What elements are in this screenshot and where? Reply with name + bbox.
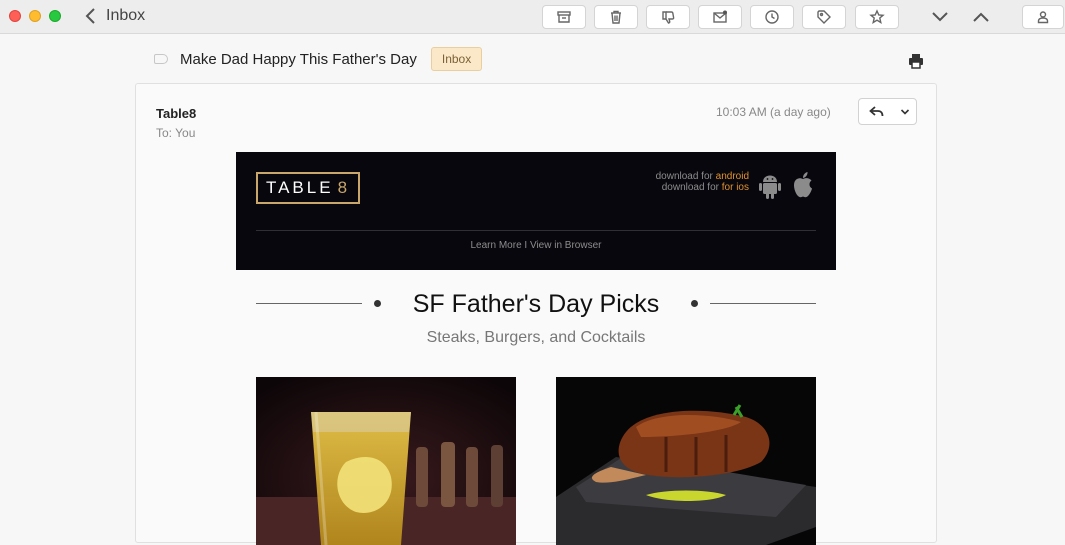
heading-rule-right xyxy=(710,303,816,304)
chevron-down-icon xyxy=(901,108,910,115)
apple-icon[interactable] xyxy=(790,170,816,200)
message-time: 10:03 AM (a day ago) xyxy=(716,105,831,119)
archive-button[interactable] xyxy=(542,5,586,29)
logo-text: TABLE xyxy=(265,178,334,197)
previous-message-button[interactable] xyxy=(969,7,993,27)
table8-logo[interactable]: TABLE 8 xyxy=(256,172,360,204)
account-button[interactable] xyxy=(1022,5,1064,29)
banner-links[interactable]: Learn More I View in Browser xyxy=(236,240,836,251)
mark-unread-button[interactable] xyxy=(698,5,742,29)
steak-image xyxy=(556,377,816,545)
sender-name[interactable]: Table8 xyxy=(156,106,196,121)
not-interested-button[interactable] xyxy=(646,5,690,29)
steak-photo[interactable] xyxy=(556,377,816,545)
person-icon xyxy=(1037,11,1049,24)
section-title: SF Father's Day Picks xyxy=(412,290,660,318)
trash-button[interactable] xyxy=(594,5,638,29)
heading-dot-right xyxy=(691,300,698,307)
next-message-button[interactable] xyxy=(928,7,952,27)
label-tag-icon[interactable] xyxy=(154,54,168,64)
ios-link[interactable]: for ios xyxy=(722,182,749,193)
logo-number: 8 xyxy=(337,178,351,197)
star-button[interactable] xyxy=(855,5,899,29)
android-link[interactable]: android xyxy=(716,171,749,182)
chevron-up-icon xyxy=(973,12,989,22)
tag-icon xyxy=(817,10,831,24)
printer-icon[interactable] xyxy=(907,52,925,70)
section-subtitle: Steaks, Burgers, and Cocktails xyxy=(426,329,646,346)
reply-icon xyxy=(868,105,884,116)
recipient-line: To: You xyxy=(156,126,196,140)
minimize-window-button[interactable] xyxy=(29,10,41,22)
message-card: Table8 To: You 10:03 AM (a day ago) TABL… xyxy=(135,83,937,545)
download-prefix-android: download for xyxy=(655,171,713,182)
download-links: download for android download for for io… xyxy=(656,171,749,193)
back-label: Inbox xyxy=(106,7,146,24)
mail-unread-icon xyxy=(713,10,727,23)
reply-action[interactable] xyxy=(859,99,894,124)
archive-icon xyxy=(557,11,571,23)
cocktail-photo[interactable] xyxy=(256,377,516,545)
zoom-window-button[interactable] xyxy=(49,10,61,22)
section-heading: SF Father's Day Picks xyxy=(256,286,816,322)
download-prefix-ios: download for xyxy=(661,182,719,193)
clock-icon xyxy=(765,10,779,24)
subject-row: Make Dad Happy This Father's Day Inbox xyxy=(154,46,483,72)
banner-divider xyxy=(256,230,816,231)
back-to-inbox-button[interactable]: Inbox xyxy=(84,5,145,27)
star-icon xyxy=(869,9,885,24)
snooze-button[interactable] xyxy=(750,5,794,29)
close-window-button[interactable] xyxy=(9,10,21,22)
thumbs-down-icon xyxy=(662,11,675,24)
android-icon[interactable] xyxy=(758,172,782,200)
folder-badge[interactable]: Inbox xyxy=(430,47,483,71)
email-header-banner: TABLE 8 download for android download for… xyxy=(236,152,836,270)
chevron-left-icon xyxy=(85,8,95,24)
trash-icon xyxy=(611,10,621,24)
message-subject: Make Dad Happy This Father's Day xyxy=(180,50,417,68)
chevron-down-icon xyxy=(932,12,948,22)
cocktail-image xyxy=(256,377,516,545)
reply-button[interactable] xyxy=(858,98,917,125)
reply-options[interactable] xyxy=(894,99,916,124)
title-bar: Inbox xyxy=(0,0,1065,34)
label-button[interactable] xyxy=(802,5,846,29)
